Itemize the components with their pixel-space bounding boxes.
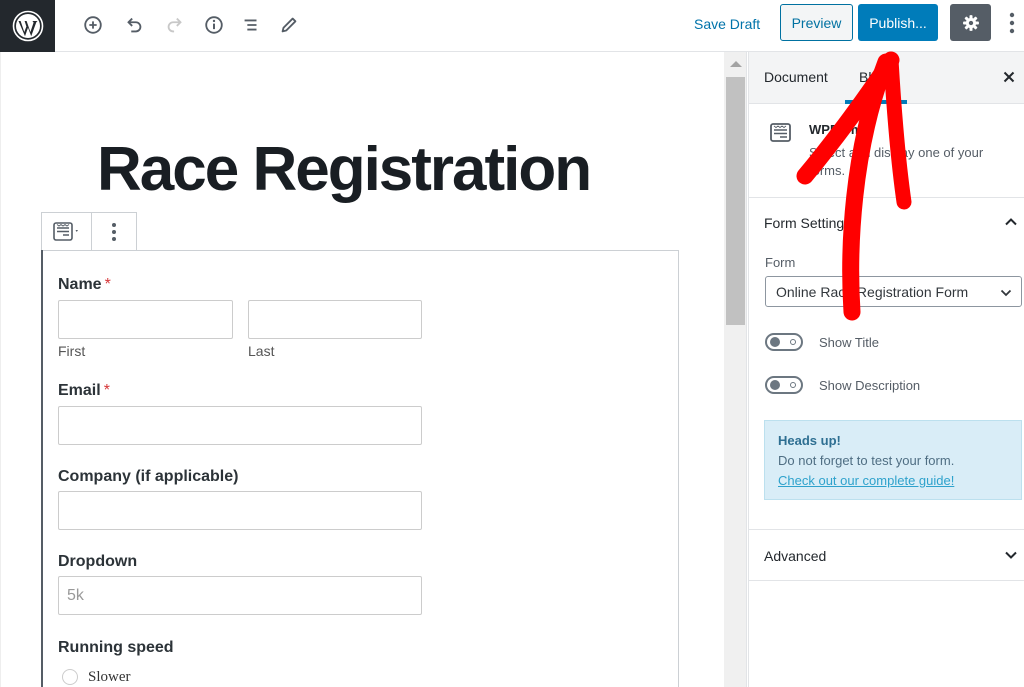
last-name-input[interactable] [248, 300, 422, 339]
close-sidebar-button[interactable] [999, 67, 1019, 87]
panel-divider [749, 529, 1024, 530]
block-more-options-button[interactable] [92, 213, 136, 250]
chevron-up-icon [1005, 218, 1017, 226]
block-card-description: Select and display one of your forms. [809, 145, 984, 178]
email-field-label: Email * [58, 382, 110, 399]
company-field-label: Company (if applicable) [58, 468, 239, 485]
gear-icon [962, 14, 979, 31]
advanced-title: Advanced [764, 548, 827, 564]
block-type-switcher[interactable] [42, 213, 92, 250]
form-icon [52, 221, 78, 241]
complete-guide-link[interactable]: Check out our complete guide! [778, 471, 1008, 491]
advanced-panel-toggle[interactable]: Advanced [749, 531, 1024, 581]
company-input[interactable] [58, 491, 422, 530]
first-sublabel: First [58, 343, 86, 359]
editor-scrollbar[interactable] [724, 52, 747, 687]
required-marker: * [104, 276, 111, 293]
notice-text: Do not forget to test your form. [778, 453, 955, 468]
add-block-button[interactable] [80, 12, 106, 38]
redo-icon [167, 17, 182, 33]
tab-block[interactable]: Block [859, 69, 893, 85]
form-select[interactable]: Online Race Registration Form [765, 276, 1022, 307]
plus-circle-icon [84, 16, 102, 34]
heads-up-notice: Heads up! Do not forget to test your for… [764, 420, 1022, 500]
top-toolbar: Save Draft Preview Publish... [0, 0, 1024, 52]
vertical-ellipsis-icon [112, 222, 116, 241]
name-field-label: Name * [58, 276, 111, 293]
first-name-input[interactable] [58, 300, 233, 339]
scroll-up-arrow-icon[interactable] [730, 61, 742, 67]
content-info-button[interactable] [201, 12, 227, 38]
post-title[interactable]: Race Registration [97, 134, 592, 205]
pencil-icon [281, 17, 297, 33]
block-card-title: WPForms [809, 122, 870, 137]
list-icon [244, 19, 257, 31]
sidebar-tabs: Document Block [749, 52, 1024, 104]
show-title-label: Show Title [819, 335, 879, 350]
form-settings-panel-toggle[interactable]: Form Settings [749, 198, 1024, 248]
show-description-label: Show Description [819, 378, 921, 393]
undo-icon [127, 17, 142, 33]
chevron-down-icon [1005, 551, 1017, 559]
tab-document[interactable]: Document [764, 69, 828, 85]
undo-button[interactable] [121, 12, 147, 38]
settings-sidebar: Document Block WPForms Select and displa… [748, 52, 1024, 687]
running-speed-radio-slower[interactable] [62, 669, 78, 685]
save-draft-button[interactable]: Save Draft [690, 14, 764, 34]
redo-button[interactable] [162, 12, 188, 38]
show-description-toggle[interactable] [765, 376, 803, 394]
panel-divider [749, 580, 1024, 581]
settings-button[interactable] [950, 4, 991, 41]
edit-tools-button[interactable] [276, 12, 302, 38]
info-icon [205, 16, 223, 34]
running-speed-option-label: Slower [88, 669, 131, 685]
wpforms-block-icon [769, 122, 793, 149]
form-settings-title: Form Settings [764, 215, 852, 231]
vertical-ellipsis-icon [1009, 12, 1015, 34]
last-sublabel: Last [248, 343, 275, 359]
running-speed-field-label: Running speed [58, 639, 174, 656]
form-select-label: Form [765, 255, 796, 270]
publish-button[interactable]: Publish... [858, 4, 938, 41]
preview-button[interactable]: Preview [780, 4, 853, 41]
show-title-toggle[interactable] [765, 333, 803, 351]
block-toolbar [41, 212, 137, 250]
email-input[interactable] [58, 406, 422, 445]
wordpress-icon [12, 10, 43, 42]
wordpress-logo-button[interactable] [0, 0, 55, 52]
form-select-value: Online Race Registration Form [776, 284, 969, 300]
dropdown-field-label: Dropdown [58, 553, 138, 570]
block-card: WPForms Select and display one of your f… [749, 104, 1024, 198]
block-navigation-button[interactable] [238, 12, 264, 38]
notice-title: Heads up! [778, 433, 841, 448]
more-options-button[interactable] [1000, 8, 1024, 38]
required-marker: * [103, 382, 110, 399]
editor-canvas: Race Registration Name * First Last Email… [0, 52, 724, 687]
scrollbar-thumb[interactable] [726, 77, 745, 325]
close-icon [1003, 71, 1015, 83]
dropdown-select[interactable]: 5k [58, 576, 422, 615]
chevron-down-icon [1000, 289, 1012, 297]
